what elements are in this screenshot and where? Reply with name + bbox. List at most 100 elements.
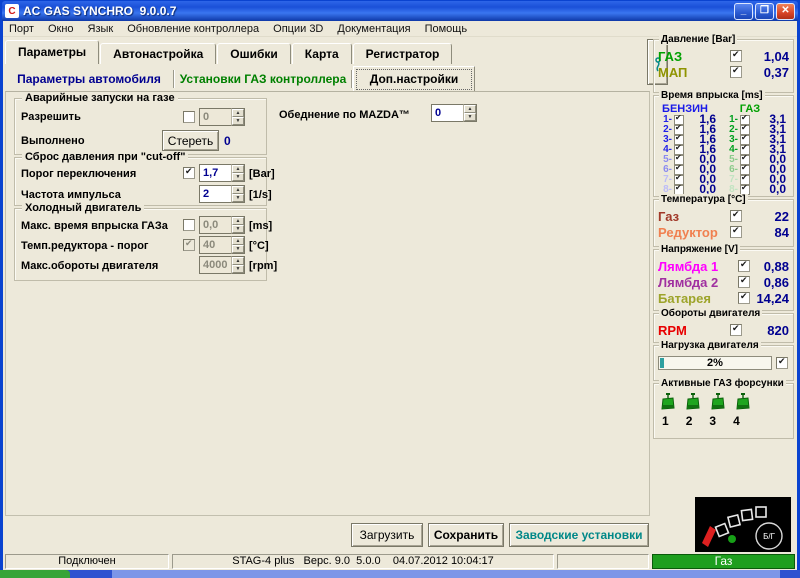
injection-time-group: Время впрыска [ms] БЕНЗИН ГАЗ 1-1,6 1-3,… [653,95,794,197]
injector-number: 1 [662,414,669,428]
lambda1-checkbox[interactable] [738,260,750,272]
load-button[interactable]: Загрузить [351,523,423,547]
engine-load-checkbox[interactable] [776,357,788,369]
gas-pressure-checkbox[interactable] [730,50,742,62]
spin-up-icon[interactable]: ▲ [232,237,244,245]
gas-temp-checkbox[interactable] [730,210,742,222]
max-inj-unit: [ms] [249,220,272,232]
reducer-temp-spinner[interactable]: 40 ▲▼ [199,236,245,254]
spin-down-icon[interactable]: ▼ [232,265,244,273]
spin-down-icon[interactable]: ▼ [464,113,476,121]
threshold-checkbox[interactable] [183,167,195,179]
emergency-starts-group: Аварийные запуски на газе Разрешить 0 ▲▼… [14,98,267,155]
menu-documentation[interactable]: Документация [337,23,410,35]
reducer-temp-value: 84 [775,225,789,240]
done-label: Выполнено [21,135,85,147]
spin-down-icon[interactable]: ▼ [232,245,244,253]
spin-up-icon[interactable]: ▲ [232,109,244,117]
menu-help[interactable]: Помощь [425,23,468,35]
spin-up-icon[interactable]: ▲ [232,165,244,173]
battery-checkbox[interactable] [738,292,750,304]
maximize-button[interactable]: ❐ [755,3,774,20]
engine-load-bar: 2% [658,356,772,370]
battery-value: 14,24 [756,291,789,306]
allow-label: Разрешить [21,111,81,123]
spin-up-icon[interactable]: ▲ [232,186,244,194]
group-title: Давление [Bar] [659,34,737,45]
connection-status: Подключен [5,554,169,569]
tab-recorder[interactable]: Регистратор [353,43,453,64]
lambda1-value: 0,88 [764,259,789,274]
taskbar [0,570,800,578]
group-title: Нагрузка двигателя [659,340,761,351]
rpm-checkbox[interactable] [730,324,742,336]
allow-spinner[interactable]: 0 ▲▼ [199,108,245,126]
subtab-additional-settings[interactable]: Доп.настройки [353,66,475,91]
map-pressure-value: 0,37 [764,65,789,80]
group-title: Холодный двигатель [22,202,144,214]
voltage-group: Напряжение [V] Лямбда 1 0,88 Лямбда 2 0,… [653,249,794,311]
menu-window[interactable]: Окно [48,23,74,35]
max-inj-spinner[interactable]: 0,0 ▲▼ [199,216,245,234]
injector-icon [710,393,726,414]
map-pressure-checkbox[interactable] [730,66,742,78]
spin-up-icon[interactable]: ▲ [232,217,244,225]
reducer-temp-label: Редуктор [658,225,718,240]
fuel-switch-panel[interactable]: Б/Г [695,497,791,552]
spin-down-icon[interactable]: ▼ [232,194,244,202]
cutoff-group: Сброс давления при "cut-off" Порог перек… [14,157,267,206]
lambda2-value: 0,86 [764,275,789,290]
spin-down-icon[interactable]: ▼ [232,173,244,181]
injector-number: 4 [733,414,740,428]
tab-errors[interactable]: Ошибки [217,43,291,64]
start-button-fragment[interactable] [0,570,70,578]
lambda2-checkbox[interactable] [738,276,750,288]
erase-button[interactable]: Стереть [162,130,219,151]
factory-settings-button[interactable]: Заводские установки [509,523,649,547]
max-inj-label: Макс. время впрыска ГАЗа [21,220,168,232]
close-button[interactable]: ✕ [776,3,795,20]
threshold-spinner[interactable]: 1,7 ▲▼ [199,164,245,182]
allow-checkbox[interactable] [183,111,195,123]
reducer-temp-checkbox[interactable] [730,226,742,238]
pressure-group: Давление [Bar] ГАЗ 1,04 МАП 0,37 [653,39,794,93]
taskbar-app-button[interactable] [112,570,780,578]
gas-pressure-label: ГАЗ [658,49,682,64]
device-info: STAG-4 plus Верс. 9.0 5.0.0 04.07.2012 1… [172,554,554,569]
mazda-spinner[interactable]: 0 ▲▼ [431,104,477,122]
menu-controller-update[interactable]: Обновление контроллера [127,23,259,35]
save-button[interactable]: Сохранить [428,523,504,547]
subtab-car-parameters[interactable]: Параметры автомобиля [5,66,173,91]
rpm-value: 820 [767,323,789,338]
threshold-label: Порог переключения [21,168,136,180]
action-buttons: Загрузить Сохранить Заводские установки [5,519,650,551]
done-value: 0 [224,134,231,148]
group-title: Напряжение [V] [659,244,740,255]
minimize-button[interactable]: _ [734,3,753,20]
tab-parameters[interactable]: Параметры [5,40,99,64]
tab-map[interactable]: Карта [292,43,352,64]
subtab-gas-controller-settings[interactable]: Установки ГАЗ контроллера [175,66,351,91]
spin-down-icon[interactable]: ▼ [232,225,244,233]
freq-spinner[interactable]: 2 ▲▼ [199,185,245,203]
rpm-label: RPM [658,323,687,338]
menu-options-3d[interactable]: Опции 3D [273,23,323,35]
gas-temp-label: Газ [658,209,679,224]
menu-language[interactable]: Язык [88,23,114,35]
injector-number: 3 [709,414,716,428]
spin-down-icon[interactable]: ▼ [232,117,244,125]
menu-port[interactable]: Порт [9,23,34,35]
max-rpm-spinner[interactable]: 4000 ▲▼ [199,256,245,274]
gas-temp-value: 22 [775,209,789,224]
engine-load-group: Нагрузка двигателя 2% [653,345,794,381]
freq-label: Частота импульса [21,189,121,201]
map-pressure-label: МАП [658,65,687,80]
reducer-temp-checkbox[interactable] [183,239,195,251]
max-inj-checkbox[interactable] [183,219,195,231]
tab-autotune[interactable]: Автонастройка [100,43,216,64]
group-title: Сброс давления при "cut-off" [22,151,188,163]
spin-up-icon[interactable]: ▲ [464,105,476,113]
rpm-group: Обороты двигателя RPM 820 [653,313,794,343]
engine-load-segment [660,358,664,368]
spin-up-icon[interactable]: ▲ [232,257,244,265]
